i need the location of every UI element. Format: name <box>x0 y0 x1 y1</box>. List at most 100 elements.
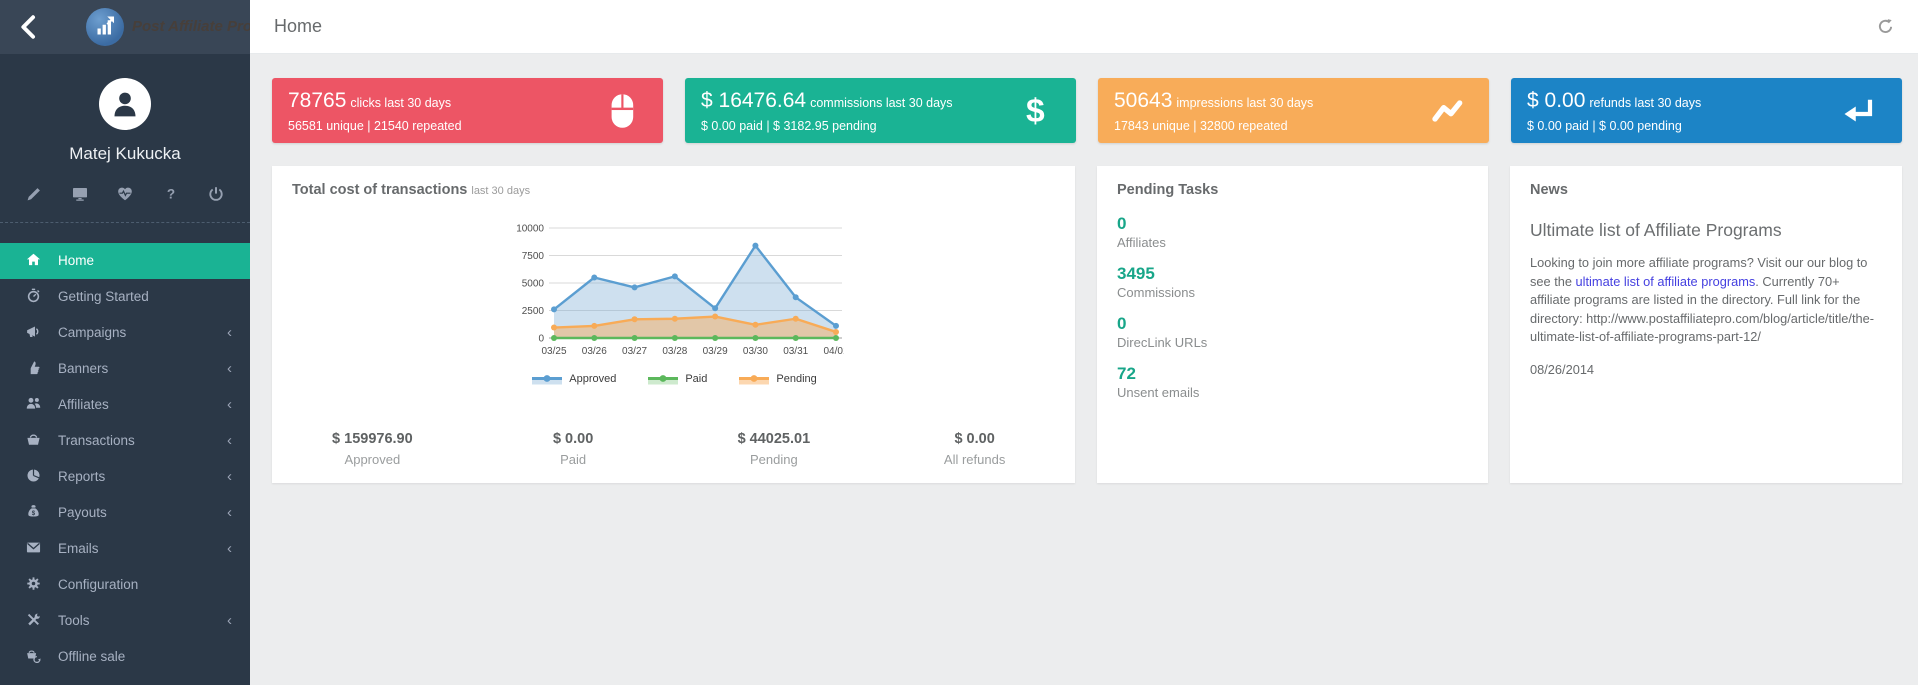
sidebar-item-configuration[interactable]: Configuration <box>0 567 250 603</box>
chart-legend: ApprovedPaidPending <box>494 372 854 385</box>
sidebar-divider <box>0 222 250 223</box>
expand-chevron-icon: ‹ <box>227 387 232 423</box>
svg-text:$: $ <box>1026 93 1045 129</box>
sidebar-item-label: Affiliates <box>58 397 109 412</box>
expand-chevron-icon: ‹ <box>227 351 232 387</box>
stat-subtext: 56581 unique | 21540 repeated <box>288 119 647 133</box>
svg-text:04/01: 04/01 <box>823 346 844 357</box>
sidebar-item-label: Payouts <box>58 505 107 520</box>
refresh-icon[interactable] <box>1877 18 1894 35</box>
chart-panel: Total cost of transactionslast 30 days 0… <box>272 166 1075 483</box>
sidebar-item-campaigns[interactable]: Campaigns ‹ <box>0 315 250 351</box>
legend-item-approved: Approved <box>530 372 616 385</box>
content: 78765clicks last 30 days56581 unique | 2… <box>250 54 1918 685</box>
profile-section: Matej Kukucka ? <box>0 54 250 202</box>
pencil-icon[interactable] <box>26 186 42 202</box>
svg-text:03/27: 03/27 <box>622 346 647 357</box>
expand-chevron-icon: ‹ <box>227 423 232 459</box>
stat-line1: 50643impressions last 30 days <box>1114 89 1473 113</box>
legend-item-pending: Pending <box>737 372 816 385</box>
avatar <box>99 78 151 130</box>
sidebar-item-label: Transactions <box>58 433 135 448</box>
sidebar-item-label: Emails <box>58 541 99 556</box>
sidebar-item-label: Configuration <box>58 577 138 592</box>
stat-subtext: $ 0.00 paid | $ 3182.95 pending <box>701 119 1060 133</box>
svg-text:03/26: 03/26 <box>581 346 606 357</box>
legend-swatch-icon <box>646 372 680 385</box>
pie-chart-icon <box>26 461 41 476</box>
news-body: Looking to join more affiliate programs?… <box>1530 254 1882 347</box>
total-pending: $ 44025.01Pending <box>674 431 875 467</box>
stat-card-mouse[interactable]: 78765clicks last 30 days56581 unique | 2… <box>272 78 663 143</box>
svg-text:03/29: 03/29 <box>702 346 727 357</box>
news-article-title: Ultimate list of Affiliate Programs <box>1530 220 1882 241</box>
sidebar-item-label: Home <box>58 253 94 268</box>
sidebar-item-payouts[interactable]: $Payouts‹ <box>0 495 250 531</box>
sidebar-item-label: Tools <box>58 613 90 628</box>
sidebar-header: Post Affiliate Pro <box>0 0 250 54</box>
sidebar-menu: HomeGetting StartedCampaigns‹Banners‹Aff… <box>0 243 250 675</box>
sidebar-item-label: Reports <box>58 469 105 484</box>
heart-pulse-icon[interactable] <box>117 186 133 202</box>
legend-swatch-icon <box>737 372 771 385</box>
expand-chevron-icon: ‹ <box>227 531 232 567</box>
news-title: News <box>1530 182 1882 198</box>
pending-tasks-list: 0Affiliates3495Commissions0DirecLink URL… <box>1117 214 1468 402</box>
sidebar-item-transactions[interactable]: Transactions ‹ <box>0 423 250 459</box>
monitor-icon[interactable] <box>72 186 88 202</box>
pending-task-unsent-emails: 72Unsent emails <box>1117 364 1468 402</box>
basket-icon <box>26 425 41 440</box>
expand-chevron-icon: ‹ <box>227 603 232 639</box>
brand-name: Post Affiliate Pro <box>132 0 250 54</box>
total-approved: $ 159976.90Approved <box>272 431 473 467</box>
envelope-icon <box>26 533 41 548</box>
back-chevron-icon[interactable] <box>16 14 42 40</box>
stat-card-return-arrow[interactable]: $ 0.00refunds last 30 days$ 0.00 paid | … <box>1511 78 1902 143</box>
total-all-refunds: $ 0.00All refunds <box>874 431 1075 467</box>
stat-card-line-chart[interactable]: 50643impressions last 30 days 17843 uniqu… <box>1098 78 1489 143</box>
pending-task-commissions: 3495Commissions <box>1117 264 1468 302</box>
sidebar-item-tools[interactable]: Tools ‹ <box>0 603 250 639</box>
chart-totals-row: $ 159976.90Approved$ 0.00Paid$ 44025.01P… <box>272 431 1075 467</box>
news-link[interactable]: ultimate list of affiliate programs <box>1576 274 1756 289</box>
svg-text:0: 0 <box>538 334 544 345</box>
sidebar-item-label: Campaigns <box>58 325 126 340</box>
sidebar-item-affiliates[interactable]: Affiliates ‹ <box>0 387 250 423</box>
pending-task-direclink-urls: 0DirecLink URLs <box>1117 314 1468 352</box>
pending-tasks-title: Pending Tasks <box>1117 182 1468 198</box>
hand-pointer-icon <box>26 353 41 368</box>
svg-text:03/31: 03/31 <box>783 346 808 357</box>
sidebar-item-emails[interactable]: Emails ‹ <box>0 531 250 567</box>
svg-text:?: ? <box>166 187 174 202</box>
help-icon[interactable]: ? <box>163 186 179 202</box>
svg-text:03/28: 03/28 <box>662 346 687 357</box>
expand-chevron-icon: ‹ <box>227 459 232 495</box>
user-name: Matej Kukucka <box>0 144 250 164</box>
news-panel: News Ultimate list of Affiliate Programs… <box>1510 166 1902 483</box>
svg-text:10000: 10000 <box>516 224 544 235</box>
chart-title-suffix: last 30 days <box>471 185 530 197</box>
sidebar-item-label: Getting Started <box>58 289 149 304</box>
page-header: Home <box>250 0 1918 54</box>
stat-card-dollar[interactable]: $ 16476.64commissions last 30 days $ 0.00… <box>685 78 1076 143</box>
news-date: 08/26/2014 <box>1530 362 1882 377</box>
sidebar-item-offline-sale[interactable]: Offline sale <box>0 639 250 675</box>
stat-subtext: $ 0.00 paid | $ 0.00 pending <box>1527 119 1886 133</box>
legend-swatch-icon <box>530 372 564 385</box>
dollar-icon: $ <box>1021 93 1050 129</box>
sidebar-item-banners[interactable]: Banners‹ <box>0 351 250 387</box>
sidebar-item-reports[interactable]: Reports ‹ <box>0 459 250 495</box>
sidebar-item-home[interactable]: Home <box>0 243 250 279</box>
sidebar-item-getting-started[interactable]: Getting Started <box>0 279 250 315</box>
stat-subtext: 17843 unique | 32800 repeated <box>1114 119 1473 133</box>
megaphone-icon <box>26 317 41 332</box>
expand-chevron-icon: ‹ <box>227 495 232 531</box>
users-icon <box>26 389 41 404</box>
mouse-icon <box>608 93 637 129</box>
offline-sale-icon <box>26 641 41 656</box>
expand-chevron-icon: ‹ <box>227 315 232 351</box>
total-paid: $ 0.00Paid <box>473 431 674 467</box>
power-icon[interactable] <box>208 186 224 202</box>
transactions-chart: 02500500075001000003/2503/2603/2703/2803… <box>494 220 854 385</box>
stat-line1: $ 16476.64commissions last 30 days <box>701 89 1060 113</box>
